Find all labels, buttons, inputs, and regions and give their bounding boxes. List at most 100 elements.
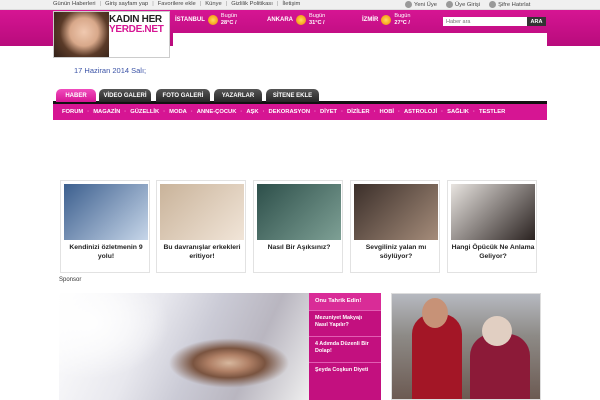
nav-separator: · xyxy=(190,109,193,115)
nav-item-forum[interactable]: FORUM xyxy=(62,109,83,115)
weather-day: Bugün xyxy=(394,13,411,19)
category-nav: FORUM · MAGAZİN · GÜZELLİK · MODA · ANNE-ÇOC… xyxy=(53,104,547,120)
tab-sitene-ekle[interactable]: SİTENE EKLE xyxy=(266,89,319,102)
tab-haber[interactable]: HABER xyxy=(56,89,96,102)
article-caption[interactable]: Nasıl Bir Aşıksınız? xyxy=(257,243,341,252)
nav-item-ask[interactable]: AŞK xyxy=(246,109,258,115)
search-box: ARA xyxy=(443,17,546,26)
article-caption[interactable]: Hangi Öpücük Ne Anlama Geliyor? xyxy=(451,243,535,261)
nav-item-diziler[interactable]: DİZİLER xyxy=(347,109,370,115)
weather-city: ANKARA xyxy=(267,17,293,23)
nav-item-astroloji[interactable]: ASTROLOJİ xyxy=(404,109,437,115)
search-button[interactable]: ARA xyxy=(527,17,546,26)
article-image[interactable] xyxy=(354,184,438,240)
top-link-kunye[interactable]: Künye xyxy=(205,1,221,7)
weather-istanbul: İSTANBUL Bugün 28°C / xyxy=(175,13,237,27)
top-link-favorites[interactable]: Favorilere ekle xyxy=(158,1,196,7)
password-reminder-label: Şifre Hatırlat xyxy=(498,1,531,8)
nav-item-saglik[interactable]: SAĞLIK xyxy=(447,109,469,115)
side-panel-item[interactable]: 4 Adımda Düzenli Bir Dolap! xyxy=(309,336,381,362)
nav-separator: · xyxy=(473,109,475,115)
top-links: Günün Haberleri | Giriş sayfam yap | Favor… xyxy=(53,1,300,7)
article-image[interactable] xyxy=(160,184,244,240)
tab-yazarlar[interactable]: YAZARLAR xyxy=(214,89,262,102)
article-caption[interactable]: Sevgiliniz yalan mı söylüyor? xyxy=(354,243,438,261)
weather-temp: 28°C / xyxy=(220,20,237,26)
tab-video-galeri[interactable]: VİDEO GALERİ xyxy=(99,89,151,102)
nav-item-hobi[interactable]: HOBİ xyxy=(380,109,395,115)
weather-izmir: İZMİR Bugün 27°C / xyxy=(362,13,411,27)
nav-item-anne-cocuk[interactable]: ANNE-ÇOCUK xyxy=(197,109,237,115)
nav-separator: · xyxy=(124,109,127,115)
new-member-label: Yeni Üye xyxy=(414,1,437,8)
weather-temp: 27°C / xyxy=(394,20,410,26)
nav-separator: · xyxy=(87,109,90,115)
weather-city: İZMİR xyxy=(362,17,379,23)
nav-separator: · xyxy=(163,109,166,115)
search-input[interactable] xyxy=(443,17,527,26)
weather-info: Bugün 28°C / xyxy=(221,13,237,27)
right-feature-image[interactable] xyxy=(391,293,541,400)
nav-separator: · xyxy=(341,109,344,115)
image-person-head xyxy=(482,316,512,346)
article-card[interactable]: Hangi Öpücük Ne Anlama Geliyor? xyxy=(447,180,537,273)
top-bar: Günün Haberleri | Giriş sayfam yap | Favor… xyxy=(0,0,600,10)
sun-cloud-icon xyxy=(381,15,392,25)
nav-item-magazin[interactable]: MAGAZİN xyxy=(93,109,120,115)
article-card[interactable]: Bu davranışlar erkekleri eritiyor! xyxy=(156,180,246,273)
current-date: 17 Haziran 2014 Salı; xyxy=(74,66,147,75)
nav-separator: · xyxy=(240,109,243,115)
article-card[interactable]: Nasıl Bir Aşıksınız? xyxy=(253,180,343,273)
side-panel-head[interactable]: Onu Tahrik Edin! xyxy=(309,293,381,310)
logo-text: KADIN HER YERDE.NET xyxy=(109,15,169,35)
user-icon xyxy=(405,1,412,8)
member-login-link[interactable]: Üye Girişi xyxy=(446,1,480,8)
side-panel-item[interactable]: Şeyda Coşkun Diyeti xyxy=(309,362,381,388)
nav-separator: · xyxy=(441,109,444,115)
article-image[interactable] xyxy=(64,184,148,240)
top-link-privacy[interactable]: Gizlilik Politikası xyxy=(231,1,273,7)
article-card[interactable]: Sevgiliniz yalan mı söylüyor? xyxy=(350,180,440,273)
lock-icon xyxy=(489,1,497,8)
featured-image[interactable] xyxy=(59,293,309,400)
nav-separator: · xyxy=(398,109,400,115)
top-link-contact[interactable]: İletişim xyxy=(282,1,300,7)
logo-line-2: YERDE.NET xyxy=(109,24,164,35)
image-person-head xyxy=(422,298,448,328)
nav-item-testler[interactable]: TESTLER xyxy=(479,109,505,115)
tab-foto-galeri[interactable]: FOTO GALERİ xyxy=(156,89,210,102)
new-member-link[interactable]: Yeni Üye xyxy=(405,1,437,8)
top-separator: | xyxy=(152,1,154,7)
sun-cloud-icon xyxy=(207,15,218,25)
top-separator: | xyxy=(225,1,228,7)
nav-item-guzellik[interactable]: GÜZELLİK xyxy=(130,109,159,115)
sun-cloud-icon xyxy=(296,15,306,25)
key-icon xyxy=(446,1,453,8)
side-panel-item[interactable]: Mezuniyet Makyajı Nasıl Yapılır? xyxy=(309,310,381,336)
article-card[interactable]: Kendinizi özletmenin 9 yolu! xyxy=(60,180,150,273)
featured-side-panel: Onu Tahrik Edin! Mezuniyet Makyajı Nasıl… xyxy=(309,293,381,400)
nav-separator: · xyxy=(373,109,376,115)
weather-info: Bugün 31°C / xyxy=(309,13,325,27)
top-link-homepage[interactable]: Giriş sayfam yap xyxy=(105,1,148,7)
featured-image-veil xyxy=(59,293,199,400)
main-tabs: HABER VİDEO GALERİ FOTO GALERİ YAZARLAR … xyxy=(53,89,547,104)
weather-city: İSTANBUL xyxy=(175,17,205,23)
nav-item-dekorasyon[interactable]: DEKORASYON xyxy=(269,109,311,115)
top-separator: | xyxy=(199,1,202,7)
nav-separator: · xyxy=(314,109,317,115)
article-caption[interactable]: Kendinizi özletmenin 9 yolu! xyxy=(64,243,148,261)
password-reminder-link[interactable]: Şifre Hatırlat xyxy=(489,1,530,8)
logo-face-image xyxy=(54,12,109,57)
weather-info: Bugün 27°C / xyxy=(394,13,410,27)
top-link-news[interactable]: Günün Haberleri xyxy=(53,1,96,7)
nav-item-moda[interactable]: MODA xyxy=(169,109,187,115)
weather-temp: 31°C / xyxy=(309,20,325,26)
site-logo[interactable]: KADIN HER YERDE.NET xyxy=(53,11,170,58)
article-image[interactable] xyxy=(451,184,535,240)
nav-item-diyet[interactable]: DİYET xyxy=(320,109,337,115)
article-image[interactable] xyxy=(257,184,341,240)
article-caption[interactable]: Bu davranışlar erkekleri eritiyor! xyxy=(160,243,244,261)
weather-day: Bugün xyxy=(220,13,238,19)
top-separator: | xyxy=(276,1,279,7)
